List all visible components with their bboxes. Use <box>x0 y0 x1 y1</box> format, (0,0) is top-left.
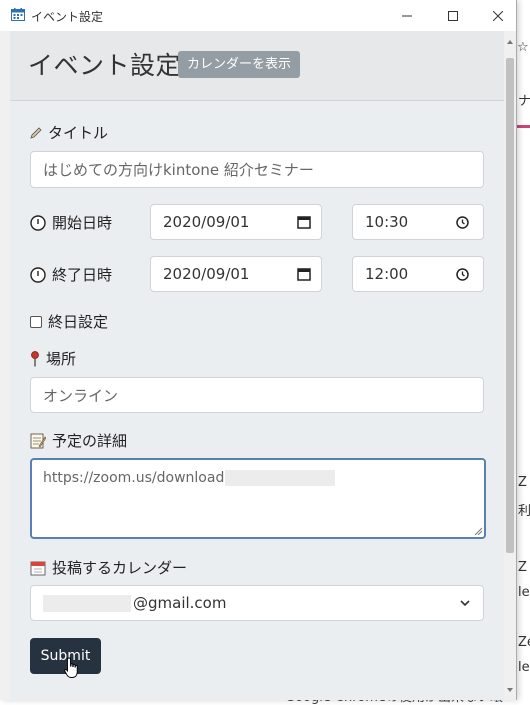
close-icon <box>493 10 503 21</box>
close-button[interactable] <box>475 0 521 31</box>
calendar-icon <box>30 561 46 575</box>
form-header: イベント設定 カレンダーを表示 <box>10 31 504 101</box>
allday-checkbox[interactable] <box>30 315 42 328</box>
allday-option[interactable]: 終日設定 <box>30 311 108 332</box>
chevron-down-icon <box>460 600 470 607</box>
start-time-value: 10:30 <box>365 213 409 231</box>
detail-textarea-value: https://zoom.us/download <box>43 470 225 486</box>
calendar-picker-icon[interactable] <box>297 267 311 281</box>
minimize-button[interactable] <box>384 0 430 31</box>
background-text: le <box>518 585 530 600</box>
detail-label-text: 予定の詳細 <box>52 432 128 450</box>
background-text: Z <box>518 560 527 575</box>
start-label-text: 開始日時 <box>52 214 113 232</box>
detail-label: 予定の詳細 <box>30 430 127 451</box>
place-label: 場所 <box>30 348 76 369</box>
place-label-text: 場所 <box>46 350 77 368</box>
end-time-input[interactable]: 12:00 <box>352 256 484 292</box>
event-form: イベント設定 カレンダーを表示 タイトル はじめての方向けkintone 紹介セ… <box>10 31 504 700</box>
time-picker-icon[interactable] <box>456 267 469 281</box>
time-picker-icon[interactable] <box>456 215 469 229</box>
start-date-value: 2020/09/01 <box>163 213 250 231</box>
title-bar[interactable]: イベント設定 <box>0 0 516 31</box>
allday-label: 終日設定 <box>48 313 109 331</box>
scrollbar-thumb[interactable] <box>506 58 514 553</box>
calendar-select[interactable]: @gmail.com <box>30 585 484 621</box>
memo-icon <box>30 433 46 448</box>
show-calendar-button[interactable]: カレンダーを表示 <box>178 51 301 78</box>
clock-icon <box>30 266 46 283</box>
maximize-button[interactable] <box>430 0 476 31</box>
calendar-icon <box>11 8 25 21</box>
calendar-label: 投稿するカレンダー <box>30 557 187 578</box>
place-input[interactable]: オンライン <box>30 377 484 413</box>
calendar-picker-icon[interactable] <box>297 215 311 229</box>
calendar-select-value-wrap: @gmail.com <box>43 594 459 612</box>
redacted-block <box>43 595 131 612</box>
title-label: タイトル <box>30 122 108 143</box>
end-date-value: 2020/09/01 <box>163 265 250 283</box>
calendar-label-text: 投稿するカレンダー <box>52 559 188 577</box>
event-settings-window: イベント設定 イベント設定 カレンダーを表示 タイトル はじめての方向けkint… <box>0 0 517 700</box>
window-title: イベント設定 <box>31 10 104 24</box>
start-date-input[interactable]: 2020/09/01 <box>150 204 322 240</box>
end-date-input[interactable]: 2020/09/01 <box>150 256 322 292</box>
background-text: 利 <box>518 504 530 519</box>
page-title: イベント設定 <box>28 51 182 80</box>
pencil-icon <box>30 126 42 139</box>
background-text: ナ <box>518 94 530 109</box>
background-text: Z <box>518 475 527 490</box>
calendar-select-value: @gmail.com <box>133 594 227 612</box>
clock-icon <box>30 214 46 231</box>
end-time-value: 12:00 <box>365 265 409 283</box>
redacted-block <box>225 470 336 486</box>
background-text: le <box>518 660 530 675</box>
hand-cursor-icon <box>64 657 78 678</box>
title-input[interactable]: はじめての方向けkintone 紹介セミナー <box>30 151 484 188</box>
minimize-icon <box>402 15 412 16</box>
pin-icon <box>31 350 39 366</box>
title-label-text: タイトル <box>48 124 109 142</box>
scroll-up-icon[interactable] <box>506 38 514 46</box>
start-time-input[interactable]: 10:30 <box>352 204 484 240</box>
place-input-value: オンライン <box>43 386 119 405</box>
title-input-value: はじめての方向けkintone 紹介セミナー <box>43 161 314 179</box>
background-text: Ze <box>518 635 530 650</box>
resize-handle-icon[interactable] <box>474 527 482 535</box>
detail-textarea[interactable]: https://zoom.us/download <box>30 458 486 539</box>
background-star-text: ☆ <box>517 40 529 55</box>
end-label-text: 終了日時 <box>52 266 113 284</box>
maximize-icon <box>448 10 458 21</box>
scroll-down-icon[interactable] <box>506 686 514 694</box>
start-label: 開始日時 <box>30 212 112 233</box>
end-label: 終了日時 <box>30 264 112 285</box>
